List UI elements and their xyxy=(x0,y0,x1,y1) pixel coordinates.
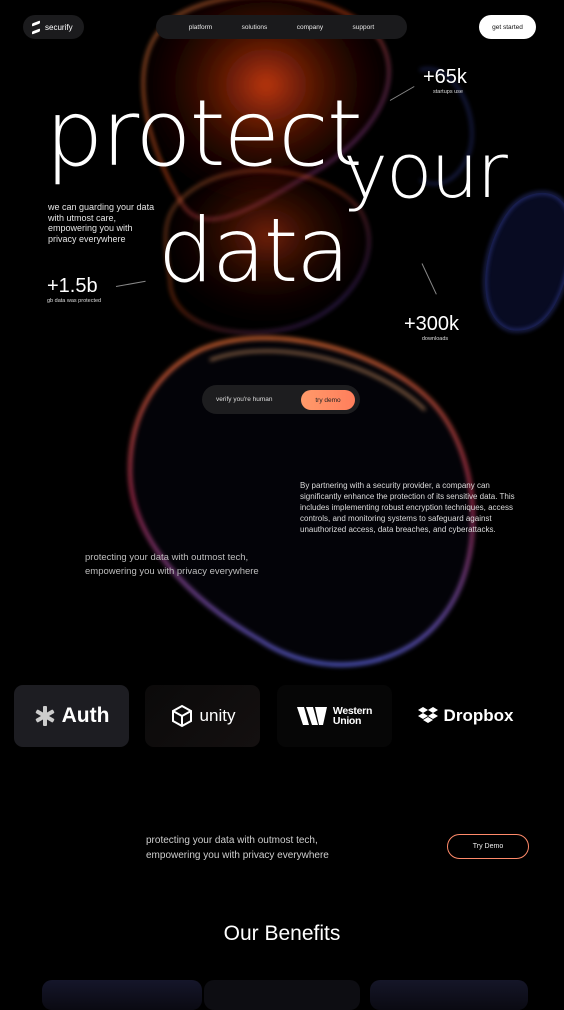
benefits-heading: Our Benefits xyxy=(223,922,341,945)
brand-name: securify xyxy=(45,22,73,32)
unity-cube-icon xyxy=(171,704,192,728)
hero-word-protect: protect xyxy=(45,80,363,187)
auth-asterisk-icon xyxy=(35,706,54,726)
nav-link-company[interactable]: company xyxy=(297,24,323,31)
try-demo-outline-button[interactable]: Try Demo xyxy=(447,834,529,859)
benefit-card[interactable] xyxy=(42,980,202,1010)
get-started-button[interactable]: get started xyxy=(479,15,536,39)
nav-link-platform[interactable]: platform xyxy=(189,24,212,31)
verify-human-widget: verify you're human try demo xyxy=(202,385,360,414)
stat-data-protected: +1.5b gb data was protected xyxy=(47,275,101,304)
stat-caption: downloads xyxy=(421,336,449,342)
partner-name: unity xyxy=(199,706,236,725)
partner-name: Auth xyxy=(61,704,110,727)
verify-label: verify you're human xyxy=(216,396,273,403)
tagline: protecting your data with outmost tech, … xyxy=(85,552,259,577)
nav-link-solutions[interactable]: solutions xyxy=(242,24,268,31)
hero-word-your: your xyxy=(343,126,508,215)
stat-caption: startups use xyxy=(433,89,463,95)
partner-auth[interactable]: Auth xyxy=(14,685,129,747)
connector-line xyxy=(389,86,415,101)
brand-logo[interactable]: securify xyxy=(23,15,84,39)
connector-line xyxy=(421,263,437,295)
hero-word-data: data xyxy=(158,199,350,302)
benefit-card[interactable] xyxy=(370,980,528,1010)
securify-logo-icon xyxy=(32,20,40,34)
western-union-icon xyxy=(296,707,327,725)
partner-name: Western Union xyxy=(332,705,373,727)
stat-value: +1.5b xyxy=(47,275,98,297)
cta-tagline: protecting your data with outmost tech, … xyxy=(146,835,329,861)
stat-downloads: +300k downloads xyxy=(404,313,466,342)
partner-dropbox[interactable]: Dropbox xyxy=(408,685,523,747)
connector-line xyxy=(115,280,146,287)
nav-link-support[interactable]: support xyxy=(353,24,375,31)
stat-startups: +65k startups use xyxy=(423,66,473,95)
main-nav: platform solutions company support xyxy=(156,15,407,39)
security-description: By partnering with a security provider, … xyxy=(300,481,515,534)
dropbox-icon xyxy=(417,707,438,723)
try-demo-button[interactable]: try demo xyxy=(301,390,355,410)
stat-value: +65k xyxy=(423,66,467,88)
stat-value: +300k xyxy=(404,313,460,335)
partner-unity[interactable]: unity xyxy=(145,685,260,747)
hero-intro: we can guarding your data with utmost ca… xyxy=(48,202,155,244)
partner-western-union[interactable]: Western Union xyxy=(277,685,392,747)
benefit-card[interactable] xyxy=(204,980,360,1010)
stat-caption: gb data was protected xyxy=(47,298,102,304)
partner-name: Dropbox xyxy=(443,706,514,725)
